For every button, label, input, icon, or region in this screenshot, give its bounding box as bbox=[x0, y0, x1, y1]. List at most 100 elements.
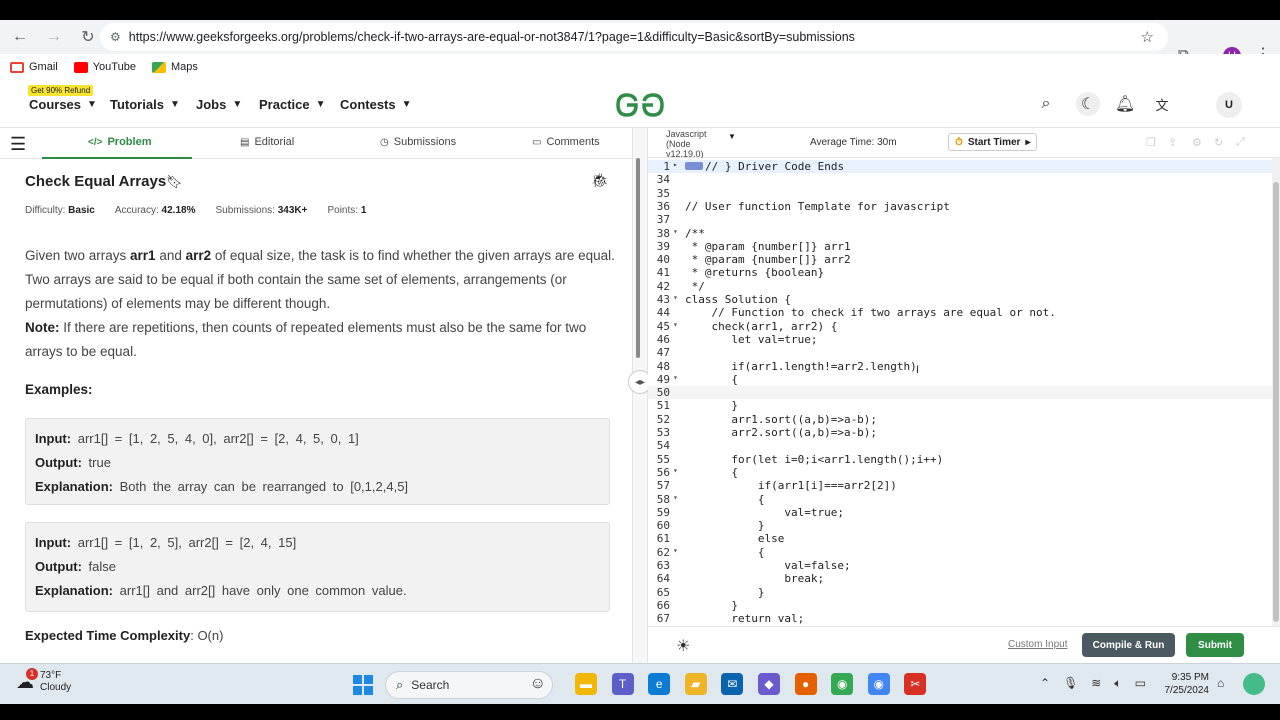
code-line[interactable]: 60 } bbox=[648, 519, 1272, 532]
code-line[interactable]: 50 bbox=[648, 386, 1272, 400]
code-line[interactable]: 36 // User function Template for javascri… bbox=[648, 200, 1272, 213]
copy-icon[interactable]: ❐ bbox=[1146, 136, 1156, 149]
taskbar-clock[interactable]: 9:35 PM 7/25/2024 bbox=[1163, 671, 1210, 697]
code-line[interactable]: 66 } bbox=[648, 599, 1272, 612]
folded-region-marker[interactable] bbox=[685, 162, 703, 170]
copilot-icon[interactable] bbox=[1243, 673, 1265, 695]
code-editor[interactable]: 1 ▸ // } Driver Code Ends 34 35 36 // User fun… bbox=[648, 158, 1280, 626]
start-timer-button[interactable]: ⏱︎ Start Timer ▸ bbox=[948, 133, 1038, 151]
folder-app-icon[interactable]: ▰ bbox=[684, 673, 707, 695]
translate-icon[interactable]: 文 bbox=[1152, 94, 1172, 114]
code-line[interactable]: 38 ▾ /** bbox=[648, 227, 1272, 240]
bookmark-gmail[interactable]: Gmail bbox=[10, 61, 58, 73]
fold-arrow-icon[interactable]: ▾ bbox=[673, 373, 678, 382]
code-line[interactable]: 1 ▸ // } Driver Code Ends bbox=[648, 160, 1272, 173]
nav-practice[interactable]: Practice ▼ bbox=[259, 97, 326, 112]
code-line[interactable]: 59 val=true; bbox=[648, 506, 1272, 519]
fold-arrow-icon[interactable]: ▾ bbox=[673, 466, 678, 475]
code-line[interactable]: 46 let val=true; bbox=[648, 333, 1272, 346]
windows-start-icon[interactable] bbox=[353, 675, 373, 695]
code-line[interactable]: 39 * @param {number[]} arr1 bbox=[648, 240, 1272, 253]
bookmark-icon[interactable]: 🔖︎ bbox=[166, 174, 183, 190]
reload-icon[interactable]: ↻ bbox=[74, 23, 102, 51]
code-line[interactable]: 67 return val; bbox=[648, 612, 1272, 625]
firefox-app-icon[interactable]: ● bbox=[794, 673, 817, 695]
notification-bell-icon[interactable]: 🔔︎ bbox=[1115, 94, 1135, 114]
code-line[interactable]: 63 val=false; bbox=[648, 559, 1272, 572]
scrollbar-thumb[interactable] bbox=[1273, 182, 1279, 622]
dark-mode-moon-icon[interactable]: ☾ bbox=[1076, 92, 1100, 116]
code-line[interactable]: 56 ▾ { bbox=[648, 466, 1272, 479]
code-line[interactable]: 35 bbox=[648, 187, 1272, 200]
code-line[interactable]: 51 } bbox=[648, 399, 1272, 412]
bookmark-youtube[interactable]: YouTube bbox=[73, 61, 136, 73]
back-icon[interactable]: ← bbox=[6, 23, 34, 51]
code-line[interactable]: 37 bbox=[648, 213, 1272, 226]
fold-arrow-icon[interactable]: ▾ bbox=[673, 320, 678, 329]
site-settings-icon[interactable]: ⚙ bbox=[110, 30, 121, 44]
code-line[interactable]: 58 ▾ { bbox=[648, 493, 1272, 506]
tab-comments[interactable]: ▭ Comments bbox=[532, 136, 600, 148]
nav-contests[interactable]: Contests ▼ bbox=[340, 97, 412, 112]
code-line[interactable]: 53 arr2.sort((a,b)=>a-b); bbox=[648, 426, 1272, 439]
code-line[interactable]: 48 if(arr1.length!=arr2.length) bbox=[648, 360, 1272, 373]
chevron-down-icon[interactable]: ▼ bbox=[728, 132, 736, 141]
notification-icon[interactable]: ⌂ bbox=[1217, 676, 1224, 690]
forward-icon[interactable]: → bbox=[40, 23, 68, 51]
fold-arrow-icon[interactable]: ▾ bbox=[673, 293, 678, 302]
fold-arrow-icon[interactable]: ▸ bbox=[673, 160, 678, 169]
code-line[interactable]: 45 ▾ check(arr1, arr2) { bbox=[648, 320, 1272, 333]
wifi-icon[interactable]: ≋ bbox=[1091, 676, 1101, 691]
code-line[interactable]: 55 for(let i=0;i<arr1.length();i++) bbox=[648, 453, 1272, 466]
fold-arrow-icon[interactable]: ▾ bbox=[673, 227, 678, 236]
editor-scrollbar[interactable] bbox=[1272, 158, 1280, 626]
code-line[interactable]: 61 else bbox=[648, 532, 1272, 545]
code-line[interactable]: 54 bbox=[648, 439, 1272, 452]
code-line[interactable]: 64 break; bbox=[648, 572, 1272, 585]
file-explorer-app-icon[interactable]: ▬ bbox=[575, 673, 597, 695]
upload-icon[interactable]: ⇪ bbox=[1168, 136, 1177, 149]
language-select[interactable]: Javascript (Node v12.19.0) bbox=[666, 129, 726, 159]
nav-jobs[interactable]: Jobs ▼ bbox=[196, 97, 242, 112]
edge-app-icon[interactable]: e bbox=[648, 673, 671, 695]
chrome-app-icon[interactable]: ◉ bbox=[831, 673, 854, 695]
submit-button[interactable]: Submit bbox=[1186, 633, 1244, 657]
teams-app-icon[interactable]: T bbox=[611, 673, 634, 695]
search-icon[interactable]: ⌕ bbox=[1036, 94, 1056, 114]
nav-courses[interactable]: Courses ▼ bbox=[29, 97, 97, 112]
bookmark-star-icon[interactable]: ☆ bbox=[1141, 28, 1154, 46]
reset-icon[interactable]: ↻ bbox=[1214, 136, 1223, 149]
tab-submissions[interactable]: ◷ Submissions bbox=[380, 136, 456, 148]
chevron-up-icon[interactable]: ⌃ bbox=[1040, 676, 1050, 691]
microphone-icon[interactable]: 🎙︎ bbox=[1063, 676, 1078, 691]
code-line[interactable]: 44 // Function to check if two arrays ar… bbox=[648, 306, 1272, 319]
hamburger-menu-icon[interactable]: ☰ bbox=[10, 134, 26, 155]
weather-widget[interactable]: ☁ 1 73°F Cloudy bbox=[16, 667, 71, 694]
code-line[interactable]: 43 ▾ class Solution { bbox=[648, 293, 1272, 306]
tab-problem[interactable]: </> Problem bbox=[88, 136, 151, 148]
code-line[interactable]: 65 } bbox=[648, 586, 1272, 599]
code-line[interactable]: 52 arr1.sort((a,b)=>a-b); bbox=[648, 413, 1272, 426]
chrome-profile-app-icon[interactable]: ◉ bbox=[867, 673, 890, 695]
copilot-app-icon[interactable]: ◆ bbox=[758, 673, 780, 695]
settings-gear-icon[interactable]: ⚙ bbox=[1192, 136, 1202, 149]
code-line[interactable]: 34 bbox=[648, 173, 1272, 186]
code-line[interactable]: 57 if(arr1[i]===arr2[2]) bbox=[648, 479, 1272, 492]
nav-tutorials[interactable]: Tutorials ▼ bbox=[110, 97, 180, 112]
report-bug-icon[interactable]: 🐞︎ bbox=[591, 172, 609, 189]
battery-icon[interactable]: ▭ bbox=[1135, 676, 1146, 691]
custom-input-link[interactable]: Custom Input bbox=[1008, 639, 1067, 650]
fold-arrow-icon[interactable]: ▾ bbox=[673, 493, 678, 502]
code-line[interactable]: 49 ▾ { bbox=[648, 373, 1272, 386]
fullscreen-icon[interactable]: ⤢ bbox=[1236, 136, 1245, 149]
taskbar-search[interactable]: ⌕ Search ☺ bbox=[385, 671, 553, 699]
tab-editorial[interactable]: ▤ Editorial bbox=[240, 136, 294, 148]
code-line[interactable]: 40 * @param {number[]} arr2 bbox=[648, 253, 1272, 266]
bookmark-maps[interactable]: Maps bbox=[151, 61, 198, 73]
fold-arrow-icon[interactable]: ▾ bbox=[673, 546, 678, 555]
mail-app-icon[interactable]: ✉ bbox=[721, 673, 744, 695]
code-line[interactable]: 62 ▾ { bbox=[648, 546, 1272, 559]
user-avatar[interactable]: U bbox=[1216, 92, 1242, 118]
code-line[interactable]: 41 * @returns {boolean} bbox=[648, 266, 1272, 279]
theme-toggle-sun-icon[interactable]: ☀ bbox=[676, 636, 690, 656]
